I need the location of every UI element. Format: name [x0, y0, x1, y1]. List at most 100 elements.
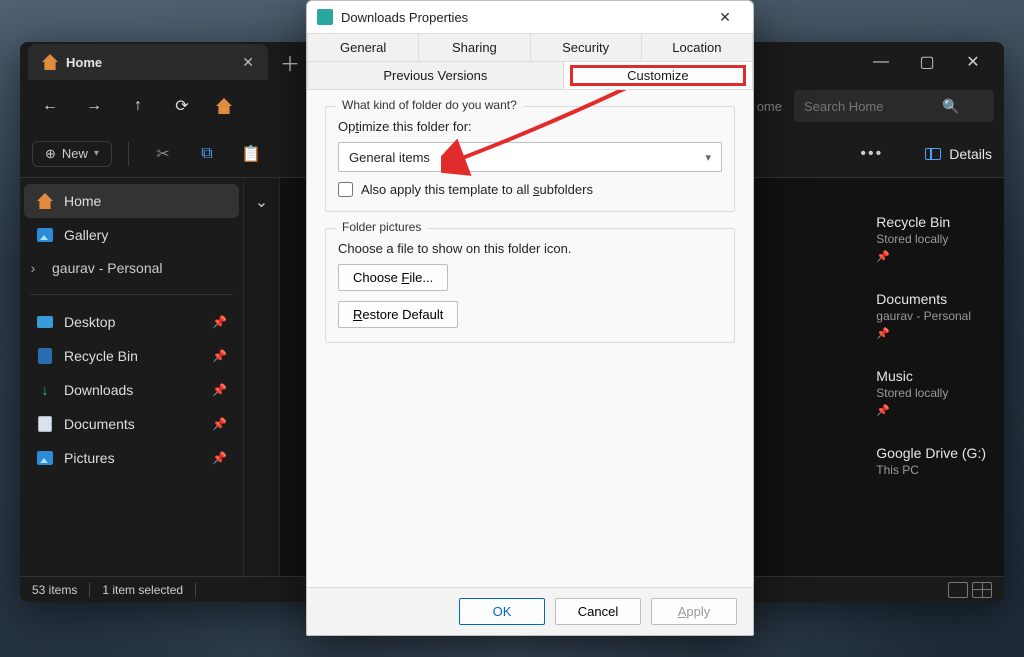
pin-icon: 📌 [212, 383, 227, 397]
group-legend: Folder pictures [336, 220, 427, 234]
more-button[interactable]: ••• [860, 145, 883, 163]
tab-location[interactable]: Location [642, 33, 753, 61]
combo-value: General items [349, 150, 430, 165]
new-button-label: New [62, 146, 88, 161]
sidebar-item-label: Gallery [64, 227, 108, 243]
details-label: Details [949, 146, 992, 162]
minimize-button[interactable]: — [858, 42, 904, 82]
pictures-icon [37, 451, 53, 465]
recycle-bin-icon [38, 348, 52, 364]
desktop-icon [37, 316, 53, 328]
cut-button[interactable]: ✂ [145, 136, 181, 172]
group-folder-type: What kind of folder do you want? Optimiz… [325, 106, 735, 212]
new-tab-button[interactable]: ＋ [272, 48, 308, 77]
pin-icon: 📌 [212, 315, 227, 329]
explorer-sidebar: Home Gallery › gaurav - Personal Desktop… [20, 178, 244, 576]
home-icon [42, 54, 58, 70]
separator [128, 142, 129, 166]
list-item[interactable]: Google Drive (G:) This PC [876, 445, 986, 477]
sidebar-item-pictures[interactable]: Pictures 📌 [24, 441, 239, 475]
sidebar-item-label: Desktop [64, 314, 115, 330]
chevron-down-icon: ▾ [94, 148, 99, 159]
tab-general[interactable]: General [307, 33, 419, 61]
item-title: Music [876, 368, 986, 384]
dialog-footer: OK Cancel Apply [307, 587, 753, 635]
sidebar-item-label: Downloads [64, 382, 133, 398]
choose-file-button[interactable]: Choose File... [338, 264, 448, 291]
folder-pictures-text: Choose a file to show on this folder ico… [338, 241, 722, 256]
sidebar-item-desktop[interactable]: Desktop 📌 [24, 305, 239, 339]
explorer-tab-home[interactable]: Home ✕ [28, 44, 268, 80]
checkbox-input[interactable] [338, 182, 353, 197]
address-home-button[interactable] [206, 86, 242, 126]
cancel-button[interactable]: Cancel [555, 598, 641, 625]
forward-button[interactable]: → [74, 86, 114, 126]
sidebar-item-label: gaurav - Personal [52, 260, 163, 276]
sidebar-item-label: Documents [64, 416, 135, 432]
refresh-button[interactable]: ⟳ [162, 86, 202, 126]
up-button[interactable]: ↑ [118, 86, 158, 126]
tab-label: Customize [627, 68, 688, 83]
optimize-combobox[interactable]: General items ▾ [338, 142, 722, 172]
pin-icon: 📌 [212, 349, 227, 363]
item-subtitle: Stored locally [876, 232, 986, 246]
item-subtitle: Stored locally [876, 386, 986, 400]
sidebar-item-home[interactable]: Home [24, 184, 239, 218]
copy-button[interactable]: ⧉ [189, 136, 225, 172]
item-subtitle: This PC [876, 463, 986, 477]
new-button[interactable]: ⊕ New ▾ [32, 141, 112, 167]
dialog-title: Downloads Properties [341, 10, 468, 25]
list-item[interactable]: Documents gaurav - Personal 📌 [876, 291, 986, 340]
nav-expand-chevron[interactable]: ⌄ [244, 178, 280, 576]
paste-button[interactable]: 📋 [233, 136, 269, 172]
home-icon [216, 98, 232, 114]
tab-customize[interactable]: Customize [564, 61, 753, 89]
back-button[interactable]: ← [30, 86, 70, 126]
item-title: Google Drive (G:) [876, 445, 986, 461]
list-view-button[interactable] [948, 582, 968, 598]
pin-icon: 📌 [876, 327, 986, 340]
sidebar-item-downloads[interactable]: ↓ Downloads 📌 [24, 373, 239, 407]
dialog-tabs: General Sharing Security Location Previo… [307, 33, 753, 90]
sidebar-item-gallery[interactable]: Gallery [24, 218, 239, 252]
downloads-icon: ↓ [36, 381, 54, 399]
sidebar-item-documents[interactable]: Documents 📌 [24, 407, 239, 441]
grid-view-button[interactable] [972, 582, 992, 598]
explorer-tab-label: Home [66, 55, 102, 70]
separator [195, 583, 196, 597]
explorer-tabstrip: Home ✕ ＋ [28, 42, 308, 82]
status-item-count: 53 items [32, 583, 77, 597]
pin-icon: 📌 [212, 417, 227, 431]
close-button[interactable]: ✕ [950, 42, 996, 82]
tab-close-icon[interactable]: ✕ [242, 54, 254, 71]
ok-button[interactable]: OK [459, 598, 545, 625]
sidebar-item-onedrive[interactable]: › gaurav - Personal [24, 252, 239, 284]
separator [89, 583, 90, 597]
status-selection: 1 item selected [102, 583, 183, 597]
checkbox-label: Also apply this template to all subfolde… [361, 182, 593, 197]
sidebar-item-label: Pictures [64, 450, 115, 466]
dialog-titlebar: Downloads Properties ✕ [307, 1, 753, 33]
view-toggle [948, 582, 992, 598]
dialog-close-button[interactable]: ✕ [707, 3, 743, 31]
pin-icon: 📌 [876, 250, 986, 263]
search-box[interactable]: 🔍 [794, 90, 994, 122]
pin-icon: 📌 [876, 404, 986, 417]
window-controls: — ▢ ✕ [858, 42, 996, 82]
tab-previous-versions[interactable]: Previous Versions [307, 61, 564, 89]
maximize-button[interactable]: ▢ [904, 42, 950, 82]
list-item[interactable]: Music Stored locally 📌 [876, 368, 986, 417]
restore-default-button[interactable]: Restore Default [338, 301, 458, 328]
list-item[interactable]: Recycle Bin Stored locally 📌 [876, 214, 986, 263]
details-pane-button[interactable]: Details [925, 146, 992, 162]
tab-security[interactable]: Security [531, 33, 642, 61]
group-folder-pictures: Folder pictures Choose a file to show on… [325, 228, 735, 343]
sidebar-item-recycle-bin[interactable]: Recycle Bin 📌 [24, 339, 239, 373]
pin-icon: 📌 [212, 451, 227, 465]
apply-subfolders-checkbox[interactable]: Also apply this template to all subfolde… [338, 182, 722, 197]
plus-icon: ⊕ [45, 146, 56, 162]
search-input[interactable] [804, 99, 934, 114]
tab-sharing[interactable]: Sharing [419, 33, 530, 61]
sidebar-separator [30, 294, 233, 295]
apply-button[interactable]: Apply [651, 598, 737, 625]
